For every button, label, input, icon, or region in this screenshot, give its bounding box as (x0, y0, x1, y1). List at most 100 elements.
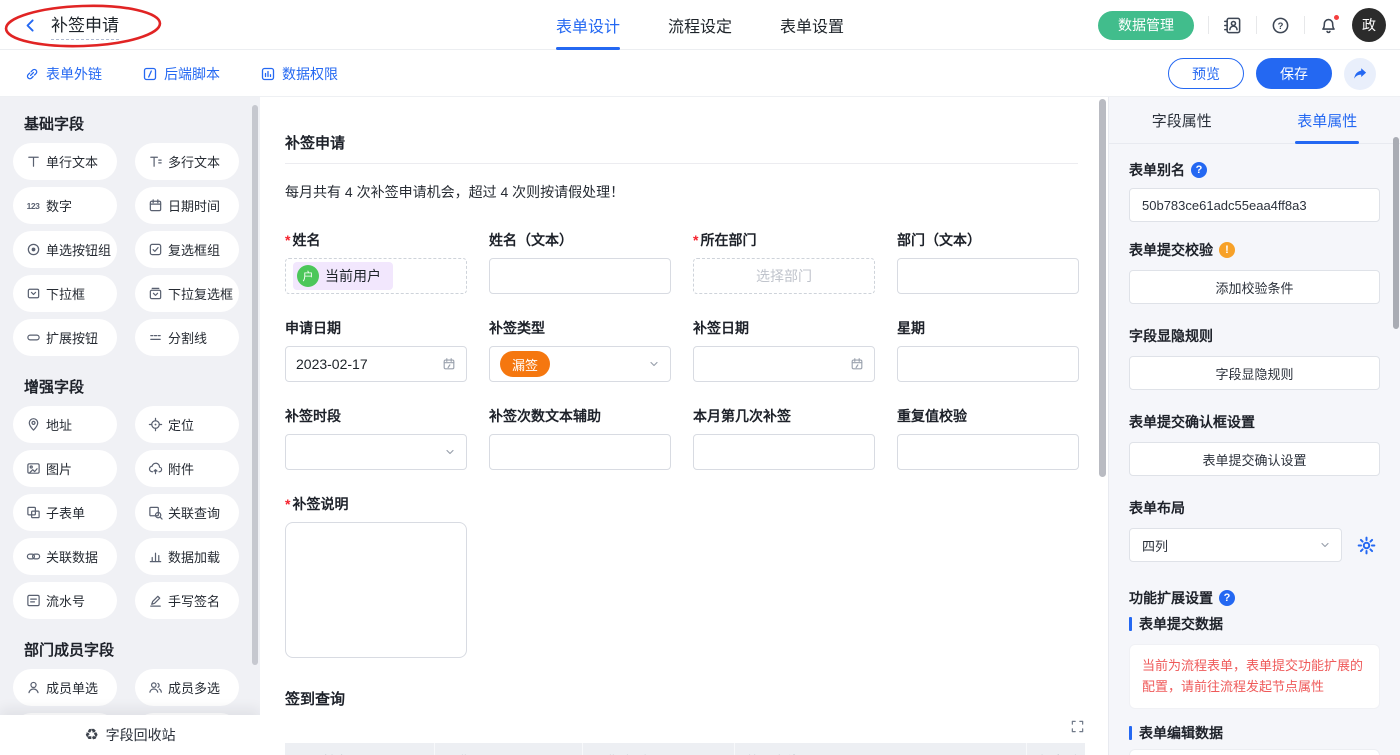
field-item-signature[interactable]: 手写签名 (135, 582, 239, 619)
field-item-number[interactable]: 123 数字 (13, 187, 117, 224)
field-resign-type[interactable]: 补签类型 漏签 (489, 318, 671, 382)
field-department[interactable]: 所在部门 选择部门 (693, 230, 875, 294)
panel-scrollbar-thumb[interactable] (1393, 137, 1399, 329)
field-item-member-single[interactable]: 成员单选 (13, 669, 117, 706)
field-item-location[interactable]: 定位 (135, 406, 239, 443)
field-weekday[interactable]: 星期 (897, 318, 1079, 382)
field-resign-date[interactable]: 补签日期 (693, 318, 875, 382)
tab-form-setting[interactable]: 表单设置 (780, 0, 844, 50)
field-name[interactable]: 姓名 户 当前用户 (285, 230, 467, 294)
canvas-form-description[interactable]: 每月共有 4 次补签申请机会，超过 4 次则按请假处理！ (285, 182, 1078, 202)
data-manage-button[interactable]: 数据管理 (1098, 11, 1194, 40)
visibility-rules-button[interactable]: 字段显隐规则 (1129, 356, 1380, 390)
share-button[interactable] (1344, 58, 1376, 90)
text-input[interactable] (897, 434, 1079, 470)
tab-field-properties[interactable]: 字段属性 (1109, 97, 1255, 144)
field-item-image[interactable]: 图片 (13, 450, 117, 487)
header-right: 数据管理 ? 政 (970, 8, 1400, 42)
sidebar-scrollbar-thumb[interactable] (252, 105, 258, 665)
field-item-datetime[interactable]: 日期时间 (135, 187, 239, 224)
backend-script-button[interactable]: 后端脚本 (142, 64, 220, 84)
serial-number-icon (25, 593, 41, 609)
layout-gear-icon[interactable] (1352, 531, 1380, 559)
field-name-text[interactable]: 姓名（文本） (489, 230, 671, 294)
form-alias-label: 表单别名 (1129, 160, 1380, 180)
field-apply-date[interactable]: 申请日期 2023-02-17 (285, 318, 467, 382)
form-alias-input[interactable]: 50b783ce61adc55eaa4ff8a3 (1129, 188, 1380, 222)
date-input[interactable]: 2023-02-17 (285, 346, 467, 382)
preview-button[interactable]: 预览 (1168, 58, 1244, 89)
canvas-form-title[interactable]: 补签申请 (285, 132, 1078, 164)
field-item-subform[interactable]: 子表单 (13, 494, 117, 531)
text-input[interactable] (489, 258, 671, 294)
edit-data-box[interactable] (1129, 749, 1380, 755)
field-item-single-line-text[interactable]: 单行文本 (13, 143, 117, 180)
chevron-down-icon (648, 358, 660, 370)
page-title[interactable]: 补签申请 (51, 11, 119, 40)
subtable-title[interactable]: 签到查询 (285, 688, 1078, 709)
department-picker[interactable]: 选择部门 (693, 258, 875, 294)
tab-workflow-setting[interactable]: 流程设定 (668, 0, 732, 50)
field-resign-note[interactable]: 补签说明 (285, 494, 1078, 658)
notification-bell-icon[interactable] (1319, 16, 1338, 35)
field-month-count[interactable]: 本月第几次补签 (693, 406, 875, 470)
field-item-attachment[interactable]: 附件 (135, 450, 239, 487)
expand-icon[interactable] (1070, 719, 1085, 734)
warning-badge-icon[interactable] (1219, 242, 1235, 258)
text-input[interactable] (489, 434, 671, 470)
note-textarea[interactable] (285, 522, 467, 658)
external-link-button[interactable]: 表单外链 (24, 64, 102, 84)
add-check-condition-button[interactable]: 添加校验条件 (1129, 270, 1380, 304)
text-input[interactable] (693, 434, 875, 470)
submit-confirm-button[interactable]: 表单提交确认设置 (1129, 442, 1380, 476)
help-badge-icon[interactable] (1219, 590, 1235, 606)
tab-form-properties[interactable]: 表单属性 (1255, 97, 1400, 144)
field-item-member-multi[interactable]: 成员多选 (135, 669, 239, 706)
field-label: 姓名 (285, 230, 467, 250)
text-input[interactable] (897, 346, 1079, 382)
field-item-divider-line[interactable]: 分割线 (135, 319, 239, 356)
field-item-extend-button[interactable]: 扩展按钮 (13, 319, 117, 356)
canvas-scrollbar-thumb[interactable] (1099, 99, 1106, 477)
checkin-query-table[interactable]: 员工姓名 考勤日期 考勤类型 签到定位 打卡时间 (285, 743, 1085, 755)
field-duplicate-check[interactable]: 重复值校验 (897, 406, 1079, 470)
tab-form-design[interactable]: 表单设计 (556, 0, 620, 50)
data-permission-icon (260, 66, 276, 82)
field-item-linked-data[interactable]: 关联数据 (13, 538, 117, 575)
basic-fields-grid: 单行文本 多行文本 123 数字 日期时间 单选按钮组 (13, 143, 260, 356)
contacts-icon[interactable] (1223, 16, 1242, 35)
save-button[interactable]: 保存 (1256, 58, 1332, 89)
submit-confirm-label: 表单提交确认框设置 (1129, 412, 1380, 432)
field-item-radio-group[interactable]: 单选按钮组 (13, 231, 117, 268)
help-badge-icon[interactable] (1191, 162, 1207, 178)
field-item-data-load[interactable]: 数据加载 (135, 538, 239, 575)
help-icon[interactable]: ? (1271, 16, 1290, 35)
field-item-dropdown[interactable]: 下拉框 (13, 275, 117, 312)
field-item-address[interactable]: 地址 (13, 406, 117, 443)
field-resign-period[interactable]: 补签时段 (285, 406, 467, 470)
field-department-text[interactable]: 部门（文本） (897, 230, 1079, 294)
field-item-checkbox-group[interactable]: 复选框组 (135, 231, 239, 268)
divider-line-icon (147, 330, 163, 346)
user-avatar[interactable]: 政 (1352, 8, 1386, 42)
field-item-linked-query[interactable]: 关联查询 (135, 494, 239, 531)
text-input[interactable] (897, 258, 1079, 294)
field-label: 星期 (897, 318, 1079, 338)
type-select[interactable]: 漏签 (489, 346, 671, 382)
date-input[interactable] (693, 346, 875, 382)
data-permission-button[interactable]: 数据权限 (260, 64, 338, 84)
field-item-multi-line-text[interactable]: 多行文本 (135, 143, 239, 180)
calendar-icon (442, 357, 456, 371)
current-user-widget[interactable]: 户 当前用户 (285, 258, 467, 294)
field-label: 补签说明 (285, 494, 1078, 514)
back-icon[interactable] (22, 17, 39, 34)
period-select[interactable] (285, 434, 467, 470)
number-icon: 123 (25, 198, 41, 214)
field-recycle-bin[interactable]: ♻ 字段回收站 (0, 715, 260, 755)
field-item-serial-number[interactable]: 流水号 (13, 582, 117, 619)
recycle-icon: ♻ (84, 725, 98, 745)
field-label: 申请日期 (285, 318, 467, 338)
field-count-helper[interactable]: 补签次数文本辅助 (489, 406, 671, 470)
field-item-multi-dropdown[interactable]: 下拉复选框 (135, 275, 239, 312)
layout-select[interactable]: 四列 (1129, 528, 1342, 562)
